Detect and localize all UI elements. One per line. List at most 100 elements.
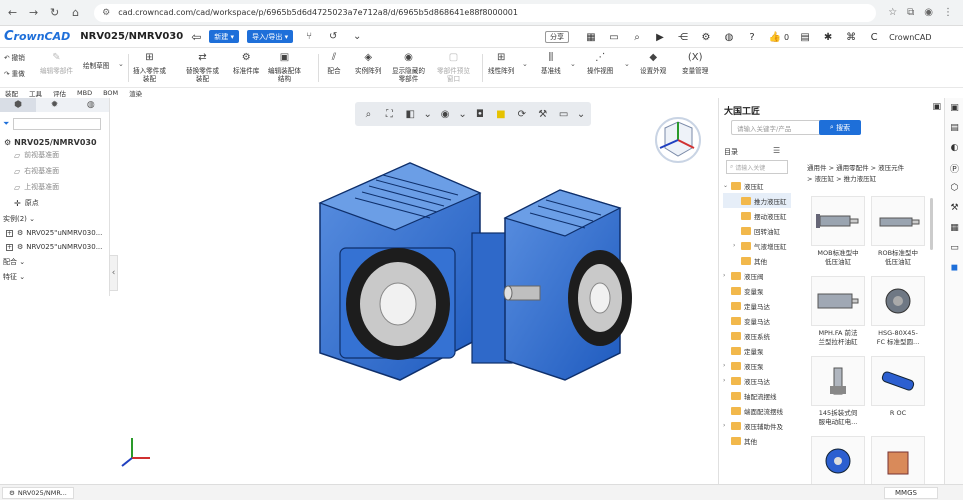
forward-icon[interactable]: → (27, 6, 40, 20)
calendar-icon[interactable]: ▤ (945, 118, 963, 138)
visibility-dropdown-icon[interactable]: ⌄ (458, 106, 466, 122)
instances-section[interactable]: 实例(2) ⌄ (0, 211, 109, 226)
library-search-button[interactable]: ⌕ 搜索 (819, 120, 861, 135)
op-view-button[interactable]: ⋰ 操作视图 (587, 51, 613, 76)
branch-icon[interactable]: ⑂ (301, 29, 317, 45)
chevron-right-icon[interactable]: › (723, 362, 731, 369)
search-icon[interactable]: ⌕ (629, 29, 645, 45)
collapse-header-icon[interactable]: ⌄ (349, 29, 365, 45)
catalog-tree-item[interactable]: › 液压马达 (723, 373, 791, 388)
catalog-tree-item[interactable]: ⌄ 液压缸 (723, 178, 791, 193)
tree-filter-input[interactable] (13, 118, 102, 130)
part-card[interactable]: MPH.FA 前法 兰型拉杆油缸 (811, 276, 865, 347)
layers-icon[interactable]: ▦ (945, 218, 963, 238)
unit-select[interactable]: MMGS (884, 487, 938, 499)
address-bar[interactable]: ⚙ cad.crowncad.com/cad/workspace/p/6965b… (94, 3, 877, 22)
lock-panel-icon[interactable]: ▣ (945, 98, 963, 118)
part-card[interactable]: 145拆装式伺 服电动缸电... (811, 356, 865, 427)
show-hidden-button[interactable]: ◉ 显示隐藏的 零部件 (392, 51, 425, 84)
part-card[interactable]: R OC (871, 356, 925, 418)
document-tab[interactable]: ⚙ NRV025/NMR... (2, 487, 74, 499)
power-icon[interactable]: ◐ (945, 138, 963, 158)
library-search-input[interactable]: 请输入关键字/产品 (731, 120, 829, 135)
import-export-button[interactable]: 导入/导出 ▾ (247, 30, 294, 43)
extensions-icon[interactable]: ⧉ (907, 7, 914, 18)
catalog-tree-item[interactable]: 变量泵 (723, 283, 791, 298)
baseline-dropdown-icon[interactable]: ⌄ (570, 60, 576, 68)
undo-button[interactable]: ↶ 撤销 (4, 54, 25, 62)
catalog-tree-item[interactable]: › 气液增压缸 (723, 238, 791, 253)
catalog-tree-item[interactable]: 定量泵 (723, 343, 791, 358)
sketch-dropdown-icon[interactable]: ⌄ (118, 60, 124, 68)
edit-assembly-button[interactable]: ▣ 编辑装配体 结构 (268, 51, 301, 84)
catalog-tree-item[interactable]: 定量马达 (723, 298, 791, 313)
chevron-down-icon[interactable]: ⌄ (723, 182, 731, 189)
redo-button[interactable]: ↷ 重做 (4, 70, 25, 78)
like-icon[interactable]: 👍 (767, 29, 783, 45)
preview-window-button[interactable]: ▢ 零部件预览 窗口 (437, 51, 470, 84)
view-orientation-dropdown-icon[interactable]: ⌄ (423, 106, 431, 122)
features-section[interactable]: 特征 ⌄ (0, 269, 109, 284)
catalog-tree-item[interactable]: 回转油缸 (723, 223, 791, 238)
display-icon[interactable]: ▭ (556, 106, 571, 122)
catalog-tree-item[interactable]: 轴配流摆线 (723, 388, 791, 403)
grid-apps-icon[interactable]: ▤ (797, 29, 813, 45)
breadcrumb-line-2[interactable]: > 液压缸 > 推力液压缸 (807, 174, 937, 185)
plane-top[interactable]: ▱ 上视基准面 (0, 179, 109, 195)
gearbox-model[interactable] (110, 98, 718, 482)
site-info-icon[interactable]: ⚙ (102, 8, 110, 18)
tab-parts[interactable]: ✹ (36, 98, 72, 112)
explode-icon[interactable]: ⟳ (514, 106, 529, 122)
brand-tile-icon[interactable]: ◼ (945, 258, 963, 278)
new-button[interactable]: 新建 ▾ (209, 30, 240, 43)
measure-icon[interactable]: ⚒ (535, 106, 550, 122)
baseline-button[interactable]: ⫼ 基准线 (541, 51, 561, 76)
share-nodes-icon[interactable]: ⋲ (675, 29, 691, 45)
tab-tools[interactable]: 工具 (29, 88, 42, 98)
chevron-right-icon[interactable]: › (723, 377, 731, 384)
brand-badge-icon[interactable]: C (866, 29, 882, 45)
mates-section[interactable]: 配合 ⌄ (0, 254, 109, 269)
cube-outline-icon[interactable]: ⬡ (945, 178, 963, 198)
replace-part-button[interactable]: ⇄ 替换零件或 装配 (186, 51, 219, 84)
insert-part-button[interactable]: ⊞ 插入零件或 装配 (133, 51, 166, 84)
variable-manage-button[interactable]: (X) 变量管理 (682, 51, 708, 76)
linear-array-dropdown-icon[interactable]: ⌄ (522, 60, 528, 68)
origin-item[interactable]: ✛ 原点 (0, 195, 109, 211)
zoom-fit-icon[interactable]: ⛶ (382, 106, 397, 122)
chip-icon[interactable]: ✱ (820, 29, 836, 45)
zoom-icon[interactable]: ⌕ (361, 106, 376, 122)
catalog-tree-item[interactable]: › 液压阀 (723, 268, 791, 283)
catalog-tree-item[interactable]: 液压系统 (723, 328, 791, 343)
linear-array-button[interactable]: ⊞ 线性阵列 (488, 51, 514, 76)
lock-icon[interactable]: ▣ (932, 102, 941, 112)
view-cube[interactable] (655, 117, 701, 163)
sketch-button[interactable]: 绘制草图 (83, 62, 109, 70)
standard-lib-button[interactable]: ⚙ 标准件库 (233, 51, 259, 76)
catalog-tree-item[interactable]: 其他 (723, 253, 791, 268)
window-icon[interactable]: ▭ (606, 29, 622, 45)
filter-icon[interactable]: ⏷ (3, 119, 9, 129)
tab-assembly[interactable]: 装配 (5, 88, 18, 98)
wrench-icon[interactable]: ⚒ (945, 198, 963, 218)
catalog-tree-item[interactable]: 其他 (723, 433, 791, 448)
catalog-tree-item[interactable]: › 液压泵 (723, 358, 791, 373)
share-button[interactable]: 分享 (545, 31, 569, 43)
breadcrumb-line-1[interactable]: 通用件 > 通用零配件 > 液压元件 (807, 163, 937, 174)
tab-bom[interactable]: BOM (103, 89, 118, 97)
back-icon[interactable]: ← (6, 6, 19, 20)
back-arrow-icon[interactable]: ⇦ (191, 30, 201, 44)
part-card[interactable]: ROB标准型中 低压油缸 (871, 196, 925, 267)
catalog-tree-item[interactable]: 变量马达 (723, 313, 791, 328)
catalog-tree-item[interactable]: › 液压辅助件及 (723, 418, 791, 433)
highlight-cube-icon[interactable]: ■ (493, 106, 508, 122)
tab-appearance[interactable]: ◍ (73, 98, 109, 112)
globe-icon[interactable]: ◍ (721, 29, 737, 45)
reload-icon[interactable]: ↻ (48, 6, 61, 20)
plugin-icon[interactable]: ⌘ (843, 29, 859, 45)
gear-icon[interactable]: ⚙ (698, 29, 714, 45)
chevron-right-icon[interactable]: › (723, 272, 731, 279)
video-icon[interactable]: ▶ (652, 29, 668, 45)
tab-mbd[interactable]: MBD (77, 89, 92, 97)
view-orientation-icon[interactable]: ◧ (403, 106, 418, 122)
